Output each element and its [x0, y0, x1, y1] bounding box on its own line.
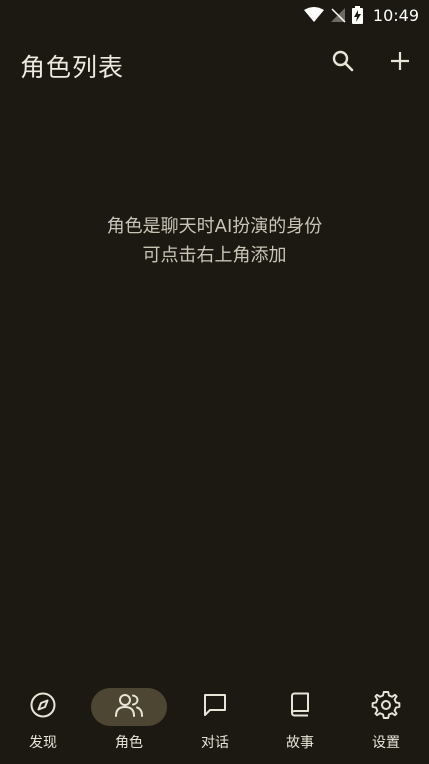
nav-label: 故事: [286, 735, 314, 751]
users-icon: [114, 692, 144, 722]
nav-label: 设置: [372, 735, 400, 751]
nav-item-settings[interactable]: 设置: [343, 684, 429, 764]
nav-label: 发现: [29, 735, 57, 751]
search-button[interactable]: [328, 48, 358, 78]
status-bar: 10:49: [0, 0, 429, 30]
nav-item-chats[interactable]: 对话: [172, 684, 258, 764]
empty-state-line-1: 角色是聊天时AI扮演的身份: [106, 216, 323, 237]
book-icon: [287, 691, 313, 723]
battery-charging-icon: [351, 6, 363, 24]
nav-pill: [177, 688, 253, 726]
status-time: 10:49: [372, 5, 419, 25]
empty-state: 角色是聊天时AI扮演的身份 可点击右上角添加: [0, 212, 429, 270]
app-bar: 角色列表: [0, 30, 429, 96]
nav-pill-active: [91, 688, 167, 726]
page-title: 角色列表: [20, 53, 125, 82]
no-signal-icon: [330, 7, 346, 23]
nav-pill: [348, 688, 424, 726]
bottom-nav: 发现 角色 对话 故事 设置: [0, 684, 429, 764]
search-icon: [331, 49, 355, 77]
chat-icon: [201, 691, 229, 723]
nav-pill: [262, 688, 338, 726]
nav-pill: [5, 688, 81, 726]
empty-state-line-2: 可点击右上角添加: [142, 245, 287, 266]
plus-icon: [389, 50, 411, 76]
add-character-button[interactable]: [385, 48, 415, 78]
nav-item-stories[interactable]: 故事: [257, 684, 343, 764]
wifi-icon: [303, 7, 324, 23]
nav-label: 角色: [115, 735, 143, 751]
gear-icon: [371, 690, 401, 724]
nav-item-characters[interactable]: 角色: [86, 684, 172, 764]
nav-label: 对话: [201, 735, 229, 751]
compass-icon: [29, 691, 57, 723]
nav-item-discover[interactable]: 发现: [0, 684, 86, 764]
